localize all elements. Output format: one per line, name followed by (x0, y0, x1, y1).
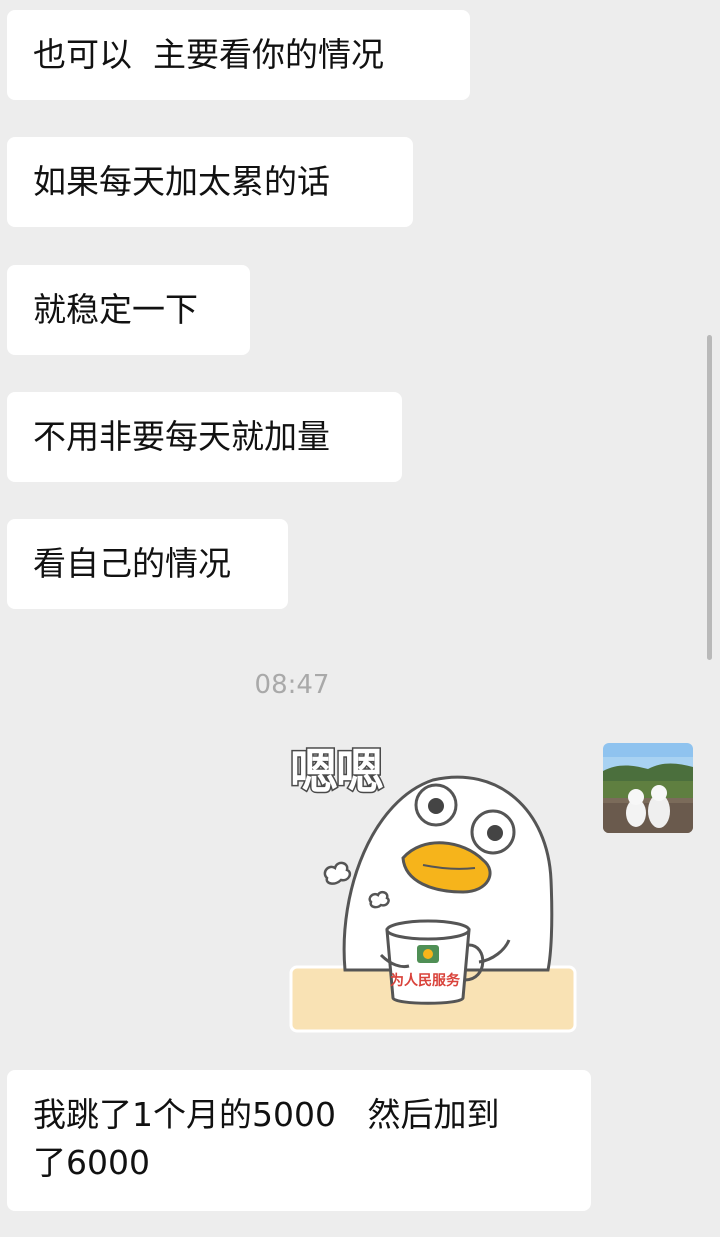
sticker-caption: 嗯嗯 (288, 743, 385, 802)
message-bubble[interactable]: 不用非要每天就加量 (7, 392, 402, 482)
chat-view: 也可以 主要看你的情况 如果每天加太累的话 就稳定一下 不用非要每天就加量 看自… (0, 0, 720, 1237)
message-bubble[interactable]: 如果每天加太累的话 (7, 137, 413, 227)
message-timestamp: 08:47 (254, 670, 330, 700)
user-avatar-icon[interactable] (603, 743, 693, 833)
scrollbar[interactable] (707, 335, 712, 660)
message-bubble[interactable]: 看自己的情况 (7, 519, 288, 609)
message-bubble[interactable]: 就稳定一下 (7, 265, 250, 355)
sticker-mug-text: 为人民服务 (390, 973, 460, 989)
message-bubble[interactable]: 我跳了1个月的5000 然后加到 了6000 (7, 1070, 591, 1211)
message-bubble[interactable]: 也可以 主要看你的情况 (7, 10, 470, 100)
